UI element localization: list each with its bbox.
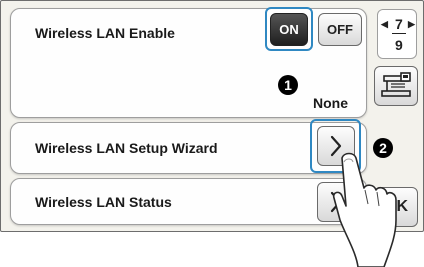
page-left-arrow-icon[interactable]: ◀ bbox=[381, 19, 388, 30]
current-page: 7 bbox=[395, 16, 403, 32]
on-button-label: ON bbox=[279, 22, 299, 37]
machine-settings-button[interactable] bbox=[374, 66, 418, 106]
status-value: None bbox=[313, 95, 348, 111]
off-button-label: OFF bbox=[327, 22, 353, 37]
callout-1: 1 bbox=[278, 75, 298, 95]
page-indicator[interactable]: ◀ 7 9 ▶ bbox=[377, 9, 417, 59]
total-pages: 9 bbox=[395, 37, 403, 53]
wireless-lan-status-panel: Wireless LAN Status bbox=[10, 178, 367, 225]
wireless-lan-status-label: Wireless LAN Status bbox=[35, 194, 172, 210]
on-button[interactable]: ON bbox=[270, 13, 308, 46]
page-divider bbox=[392, 33, 406, 34]
sewing-machine-icon bbox=[381, 72, 411, 97]
callout-1-number: 1 bbox=[284, 77, 292, 93]
off-button[interactable]: OFF bbox=[318, 13, 362, 46]
wireless-lan-enable-label: Wireless LAN Enable bbox=[35, 25, 175, 41]
page-right-arrow-icon[interactable]: ▶ bbox=[408, 19, 415, 30]
wireless-lan-setup-wizard-label: Wireless LAN Setup Wizard bbox=[35, 140, 218, 156]
pointing-hand-icon bbox=[332, 152, 397, 267]
